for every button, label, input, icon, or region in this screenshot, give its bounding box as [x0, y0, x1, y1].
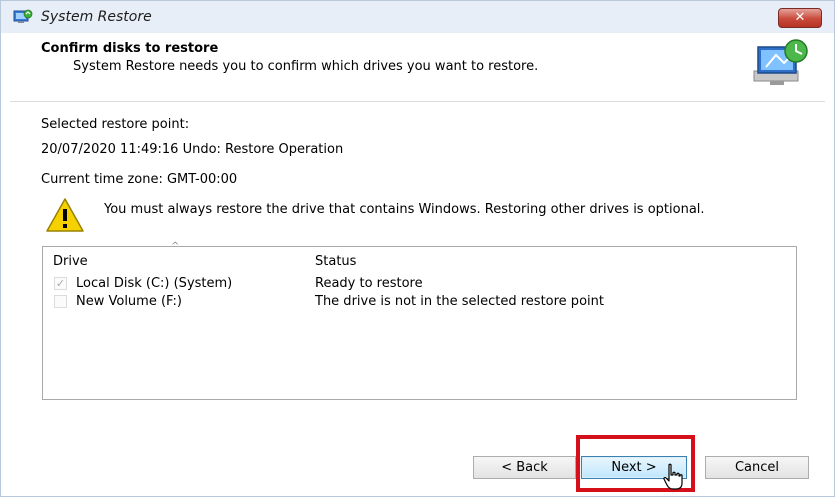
sort-arrow-icon: ^: [171, 241, 180, 252]
drive-checkbox[interactable]: [54, 295, 67, 308]
restore-point-label: Selected restore point:: [41, 117, 190, 132]
close-button[interactable]: ✕: [778, 8, 822, 28]
wizard-header: Confirm disks to restore System Restore …: [10, 33, 825, 102]
column-header-drive[interactable]: Drive: [53, 254, 88, 269]
column-header-status[interactable]: Status: [315, 254, 356, 269]
drive-status: Ready to restore: [315, 276, 423, 291]
computer-restore-icon: [753, 39, 808, 85]
wizard-body: Selected restore point: 20/07/2020 11:49…: [10, 102, 825, 490]
drive-checkbox-checked[interactable]: ✓: [54, 277, 67, 290]
system-restore-window: System Restore ✕ Confirm disks to restor…: [0, 0, 835, 497]
system-restore-icon: [13, 9, 33, 23]
drive-row[interactable]: New Volume (F:) The drive is not in the …: [43, 293, 796, 311]
drive-name: Local Disk (C:) (System): [76, 276, 233, 291]
drive-status: The drive is not in the selected restore…: [315, 294, 604, 309]
page-subtitle: System Restore needs you to confirm whic…: [73, 59, 539, 74]
page-title: Confirm disks to restore: [41, 41, 219, 56]
cancel-button[interactable]: Cancel: [705, 456, 809, 479]
back-button[interactable]: < Back: [473, 456, 576, 479]
warning-text: You must always restore the drive that c…: [104, 202, 705, 217]
drive-list[interactable]: ^ Drive Status ✓ Local Disk (C:) (System…: [42, 241, 797, 400]
timezone-label: Current time zone: GMT-00:00: [41, 172, 238, 187]
title-bar[interactable]: System Restore ✕: [1, 1, 834, 33]
drive-row[interactable]: ✓ Local Disk (C:) (System) Ready to rest…: [43, 275, 796, 293]
warning-triangle-icon: [46, 198, 84, 232]
window-title: System Restore: [41, 9, 152, 25]
mouse-cursor-icon: [663, 463, 683, 490]
restore-point-value: 20/07/2020 11:49:16 Undo: Restore Operat…: [41, 142, 344, 157]
drive-name: New Volume (F:): [76, 294, 182, 309]
close-icon: ✕: [794, 10, 806, 25]
